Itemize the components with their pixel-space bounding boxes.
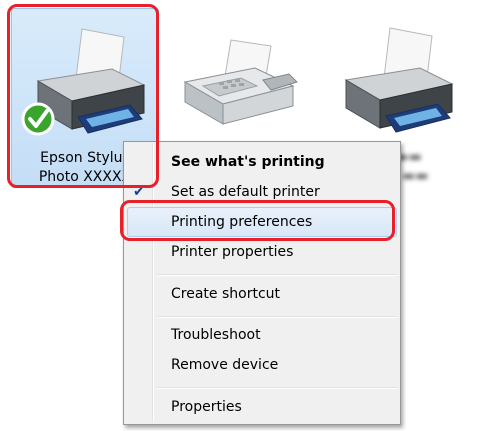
menu-separator bbox=[157, 274, 397, 276]
menu-item-see-whats-printing[interactable]: See what's printing bbox=[127, 147, 397, 177]
menu-item-properties[interactable]: Properties bbox=[127, 392, 397, 422]
menu-item-troubleshoot[interactable]: Troubleshoot bbox=[127, 320, 397, 350]
menu-item-printer-properties[interactable]: Printer properties bbox=[127, 237, 397, 267]
menu-separator bbox=[157, 316, 397, 318]
menu-item-printing-preferences[interactable]: Printing preferences bbox=[127, 207, 397, 237]
menu-item-remove-device[interactable]: Remove device bbox=[127, 350, 397, 380]
checkmark-icon: ✔ bbox=[133, 184, 145, 200]
printer-icon bbox=[21, 28, 146, 136]
printer-icon bbox=[344, 27, 454, 133]
menu-separator bbox=[157, 387, 397, 389]
context-menu: See what's printing ✔ Set as default pri… bbox=[123, 141, 401, 425]
menu-item-create-shortcut[interactable]: Create shortcut bbox=[127, 279, 397, 309]
menu-item-set-default-printer[interactable]: ✔ Set as default printer bbox=[127, 177, 397, 207]
fax-icon bbox=[183, 39, 298, 125]
default-badge-icon bbox=[21, 102, 55, 136]
